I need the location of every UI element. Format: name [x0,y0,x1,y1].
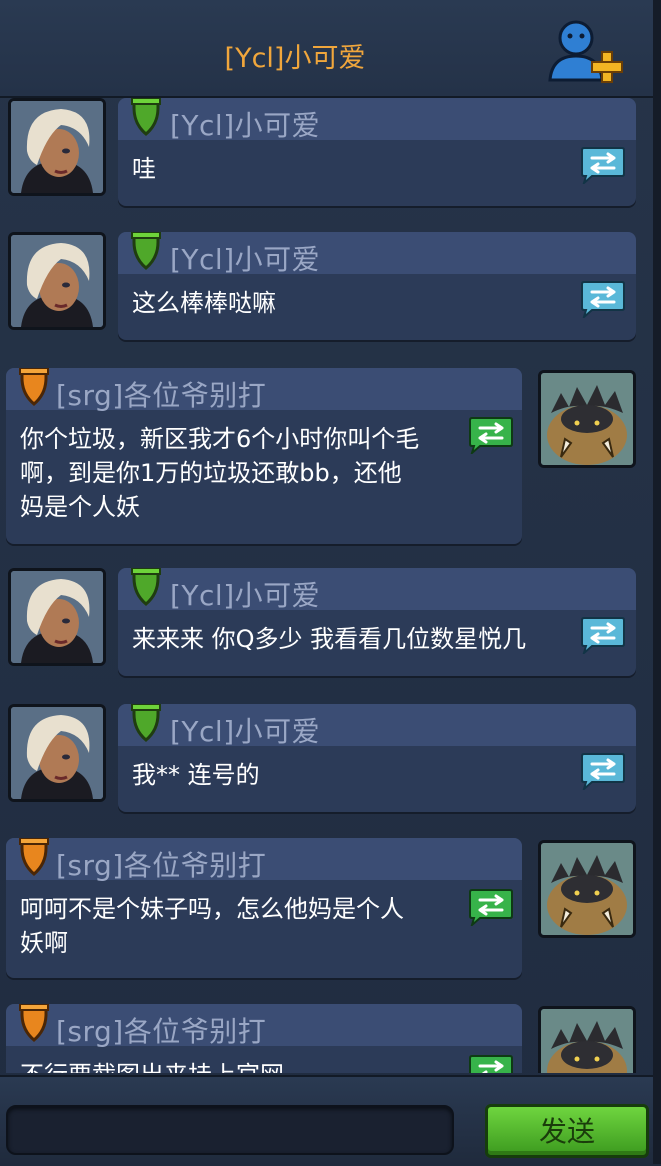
input-bar: 发送 [0,1075,661,1166]
message-bubble: [Ycl]小可爱 哇 [118,98,636,206]
chat-message-list[interactable]: [Ycl]小可爱 哇 [Ycl]小可爱 这么棒棒哒嘛 [srg]各位爷别打 你个… [0,98,661,1073]
beast-warrior-avatar[interactable] [538,840,636,938]
translate-icon[interactable] [578,752,628,790]
chat-message: [srg]各位爷别打 不行要截图出来挂上官网 [0,1004,661,1073]
blonde-woman-avatar[interactable] [8,704,106,802]
message-bubble: [Ycl]小可爱 这么棒棒哒嘛 [118,232,636,340]
orange-shield-badge-icon [19,368,49,406]
green-shield-badge-icon [131,704,161,742]
message-bubble: [srg]各位爷别打 呵呵不是个妹子吗，怎么他妈是个人 妖啊 [6,838,522,978]
message-bubble: [Ycl]小可爱 我** 连号的 [118,704,636,812]
beast-warrior-avatar[interactable] [538,370,636,468]
sender-name[interactable]: [srg]各位爷别打 [56,844,266,884]
orange-shield-badge-icon [19,838,49,876]
message-text: 呵呵不是个妹子吗，怎么他妈是个人 妖啊 [20,895,404,957]
chat-message: [Ycl]小可爱 哇 [0,98,661,210]
message-bubble: [srg]各位爷别打 你个垃圾，新区我才6个小时你叫个毛 啊，到是你1万的垃圾还… [6,368,522,544]
message-bubble: [Ycl]小可爱 来来来 你Q多少 我看看几位数星悦几 [118,568,636,676]
green-shield-badge-icon [131,568,161,606]
message-bubble: [srg]各位爷别打 不行要截图出来挂上官网 [6,1004,522,1073]
sender-name[interactable]: [Ycl]小可爱 [170,710,320,750]
message-text: 你个垃圾，新区我才6个小时你叫个毛 啊，到是你1万的垃圾还敢bb，还他 妈是个人… [20,425,420,521]
sender-name[interactable]: [Ycl]小可爱 [170,574,320,614]
sender-name[interactable]: [srg]各位爷别打 [56,374,266,414]
chat-window: [Ycl]小可爱 [Ycl]小可爱 哇 [Ycl]小可爱 这么棒棒哒嘛 [srg… [0,0,661,1166]
chat-header: [Ycl]小可爱 [0,0,661,98]
blonde-woman-avatar[interactable] [8,232,106,330]
sender-name[interactable]: [Ycl]小可爱 [170,238,320,278]
orange-shield-badge-icon [19,1004,49,1042]
translate-icon[interactable] [466,888,516,926]
add-friend-button[interactable] [544,18,628,86]
message-text: 这么棒棒哒嘛 [132,289,276,317]
green-shield-badge-icon [131,98,161,136]
sender-name[interactable]: [srg]各位爷别打 [56,1010,266,1050]
chat-message: [srg]各位爷别打 呵呵不是个妹子吗，怎么他妈是个人 妖啊 [0,838,661,983]
send-button[interactable]: 发送 [485,1104,649,1158]
chat-message: [srg]各位爷别打 你个垃圾，新区我才6个小时你叫个毛 啊，到是你1万的垃圾还… [0,368,661,548]
chat-title: [Ycl]小可爱 [224,43,366,74]
window-edge [653,0,661,1164]
translate-icon[interactable] [578,616,628,654]
chat-message: [Ycl]小可爱 这么棒棒哒嘛 [0,232,661,344]
chat-message: [Ycl]小可爱 来来来 你Q多少 我看看几位数星悦几 [0,568,661,680]
chat-message: [Ycl]小可爱 我** 连号的 [0,704,661,816]
translate-icon[interactable] [466,1054,516,1073]
message-text: 不行要截图出来挂上官网 [20,1058,480,1073]
translate-icon[interactable] [578,280,628,318]
sender-name[interactable]: [Ycl]小可爱 [170,104,320,144]
translate-icon[interactable] [578,146,628,184]
message-text: 哇 [132,155,156,183]
beast-warrior-avatar[interactable] [538,1006,636,1073]
chat-input[interactable] [6,1105,454,1155]
green-shield-badge-icon [131,232,161,270]
blonde-woman-avatar[interactable] [8,98,106,196]
translate-icon[interactable] [466,416,516,454]
message-text: 来来来 你Q多少 我看看几位数星悦几 [132,625,527,653]
message-text: 我** 连号的 [132,761,260,789]
add-friend-icon [548,20,623,83]
blonde-woman-avatar[interactable] [8,568,106,666]
